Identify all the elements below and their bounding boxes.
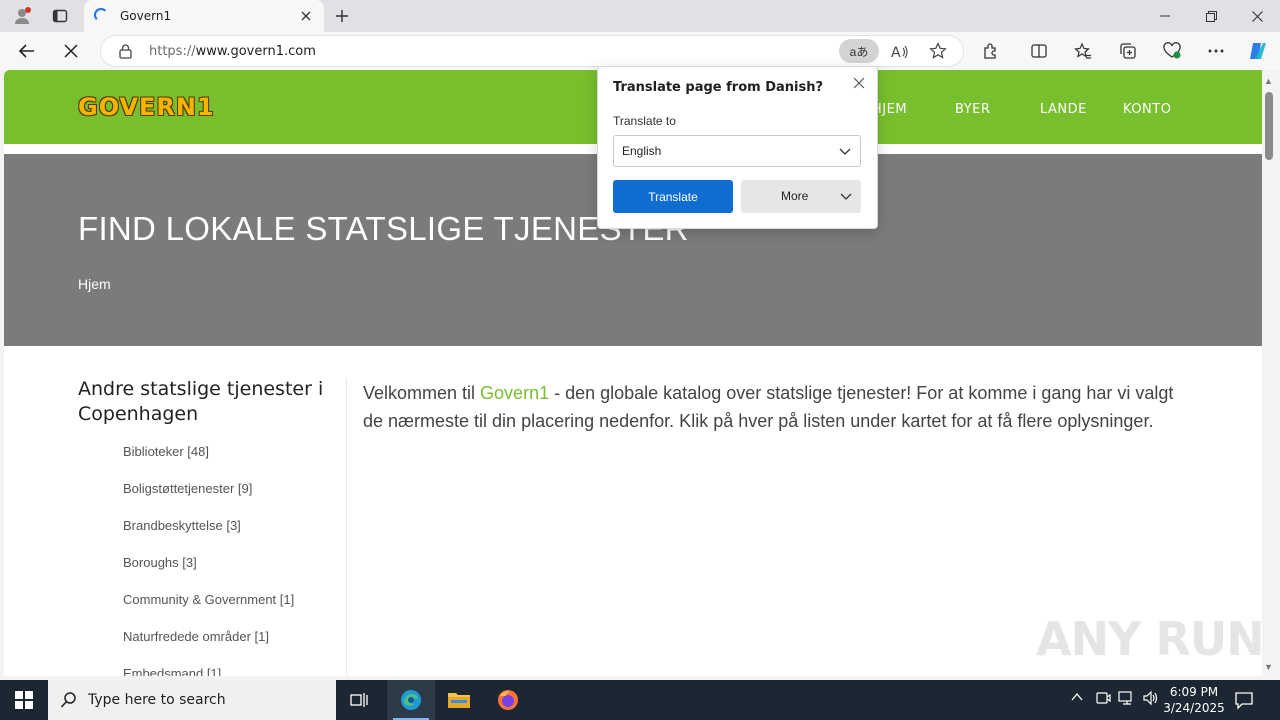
chevron-down-icon — [839, 189, 853, 206]
collections-icon[interactable] — [1113, 37, 1143, 65]
anyrun-watermark: ANY RUN — [1036, 612, 1265, 666]
stop-loading-button[interactable] — [56, 37, 86, 65]
list-item[interactable]: Boligstøttetjenester [9] — [123, 481, 294, 518]
firefox-icon[interactable] — [484, 680, 532, 720]
brand-link[interactable]: Govern1 — [480, 383, 549, 403]
back-button[interactable] — [12, 37, 42, 65]
browser-titlebar: Govern1 — [0, 0, 1280, 32]
browser-essentials-icon[interactable] — [1157, 37, 1187, 65]
edge-taskbar-icon[interactable] — [387, 680, 435, 720]
nav-byer[interactable]: BYER — [955, 102, 990, 117]
clock-time: 6:09 PM — [1169, 685, 1219, 699]
system-clock[interactable]: 6:09 PM 3/24/2025 — [1160, 684, 1228, 716]
copilot-icon[interactable] — [1243, 37, 1273, 65]
tab-actions-icon[interactable] — [46, 4, 74, 28]
new-tab-button[interactable] — [330, 4, 354, 28]
search-icon — [60, 691, 78, 714]
tab-govern1[interactable]: Govern1 — [84, 0, 324, 32]
list-item[interactable]: Naturfredede områder [1] — [123, 629, 294, 666]
meet-now-icon[interactable] — [1095, 690, 1111, 706]
minimize-button[interactable] — [1142, 0, 1188, 32]
tab-title: Govern1 — [120, 9, 172, 23]
volume-icon[interactable] — [1142, 690, 1160, 706]
scroll-down-icon[interactable]: ▼ — [1264, 662, 1273, 672]
favorites-icon[interactable] — [1068, 37, 1098, 65]
translate-icon[interactable]: aあ — [839, 39, 879, 63]
settings-more-icon[interactable] — [1201, 37, 1231, 65]
restore-button[interactable] — [1188, 0, 1234, 32]
scrollbar-thumb[interactable] — [1265, 92, 1273, 160]
list-item[interactable]: Boroughs [3] — [123, 555, 294, 592]
column-divider — [346, 378, 347, 676]
chevron-up-icon[interactable] — [1070, 690, 1084, 704]
notification-icon[interactable] — [1234, 690, 1254, 715]
list-item[interactable]: Community & Government [1] — [123, 592, 294, 629]
list-item[interactable]: Brandbeskyttelse [3] — [123, 518, 294, 555]
more-button[interactable]: More — [741, 180, 861, 213]
chevron-down-icon — [838, 144, 852, 163]
loading-icon — [94, 8, 108, 22]
split-screen-icon[interactable] — [1024, 37, 1054, 65]
profile-icon[interactable] — [8, 4, 36, 28]
translate-to-label: Translate to — [613, 114, 676, 128]
taskbar-search[interactable]: Type here to search — [48, 680, 336, 720]
browser-toolbar: https://www.govern1.com aあ A — [0, 32, 1280, 70]
favorite-star-icon[interactable] — [929, 42, 947, 65]
windows-taskbar: Type here to search 6:09 PM 3/24/2025 — [0, 680, 1280, 720]
close-tab-icon[interactable] — [296, 6, 316, 26]
sidebar-list: Biblioteker [48] Boligstøttetjenester [9… — [123, 444, 294, 676]
task-view-icon[interactable] — [336, 680, 384, 720]
translate-popup: Translate page from Danish? Translate to… — [597, 66, 878, 229]
extensions-icon[interactable] — [976, 37, 1006, 65]
page-scrollbar[interactable]: ▲ ▼ — [1262, 70, 1280, 676]
popup-title: Translate page from Danish? — [613, 80, 824, 95]
more-button-label: More — [781, 189, 809, 203]
nav-lande[interactable]: LANDE — [1040, 102, 1087, 117]
url-text[interactable]: https://www.govern1.com — [149, 44, 316, 59]
search-placeholder: Type here to search — [88, 692, 226, 708]
read-aloud-icon[interactable]: A — [891, 43, 909, 66]
govern1-logo[interactable]: GOVERN1 — [78, 93, 215, 121]
clock-date: 3/24/2025 — [1163, 701, 1225, 715]
close-window-button[interactable] — [1234, 0, 1280, 32]
list-item[interactable]: Embedsmand [1] — [123, 666, 294, 676]
start-button[interactable] — [0, 680, 48, 720]
svg-text:A: A — [891, 45, 901, 61]
intro-text: Velkommen til Govern1 - den globale kata… — [363, 383, 1174, 431]
selected-language: English — [622, 144, 662, 158]
sidebar-title: Andre statslige tjenester i Copenhagen — [78, 378, 324, 425]
file-explorer-icon[interactable] — [435, 680, 483, 720]
nav-konto[interactable]: KONTO — [1123, 102, 1171, 117]
language-select[interactable]: English — [613, 135, 861, 167]
close-icon[interactable] — [849, 73, 869, 93]
list-item[interactable]: Biblioteker [48] — [123, 444, 294, 481]
translate-button[interactable]: Translate — [613, 180, 733, 213]
network-icon[interactable] — [1118, 690, 1136, 706]
lock-icon[interactable] — [119, 44, 132, 64]
address-bar[interactable]: https://www.govern1.com aあ A — [100, 35, 964, 67]
scroll-up-icon[interactable]: ▲ — [1264, 76, 1273, 86]
breadcrumb[interactable]: Hjem — [78, 276, 111, 292]
